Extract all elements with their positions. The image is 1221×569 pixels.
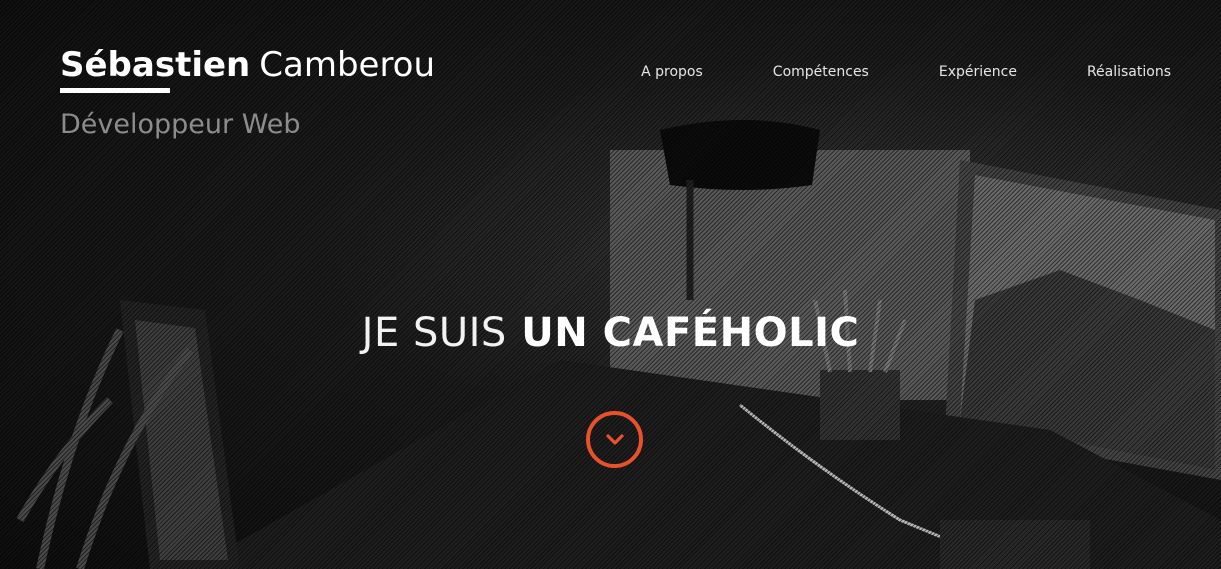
headline-bold: UN CAFÉHOLIC xyxy=(521,310,860,356)
brand-underline xyxy=(60,88,170,93)
hero-section: Sébastien Camberou Développeur Web A prop… xyxy=(0,0,1221,569)
headline-light: JE SUIS xyxy=(361,310,507,356)
nav-item-experience[interactable]: Expérience xyxy=(939,64,1017,80)
scroll-down-button[interactable] xyxy=(586,411,643,468)
nav-item-a-propos[interactable]: A propos xyxy=(641,64,703,80)
nav-item-competences[interactable]: Compétences xyxy=(773,64,869,80)
chevron-down-icon xyxy=(605,433,624,445)
site-title[interactable]: Sébastien Camberou xyxy=(60,44,435,86)
brand-first-name: Sébastien xyxy=(60,45,251,85)
brand-subtitle: Développeur Web xyxy=(60,109,301,140)
brand: Sébastien Camberou Développeur Web xyxy=(60,44,435,140)
brand-last-name: Camberou xyxy=(259,45,436,85)
nav-item-realisations[interactable]: Réalisations xyxy=(1087,64,1171,80)
hero-headline: JE SUIS UN CAFÉHOLIC xyxy=(0,310,1221,356)
main-nav: A propos Compétences Expérience Réalisat… xyxy=(571,64,1171,80)
